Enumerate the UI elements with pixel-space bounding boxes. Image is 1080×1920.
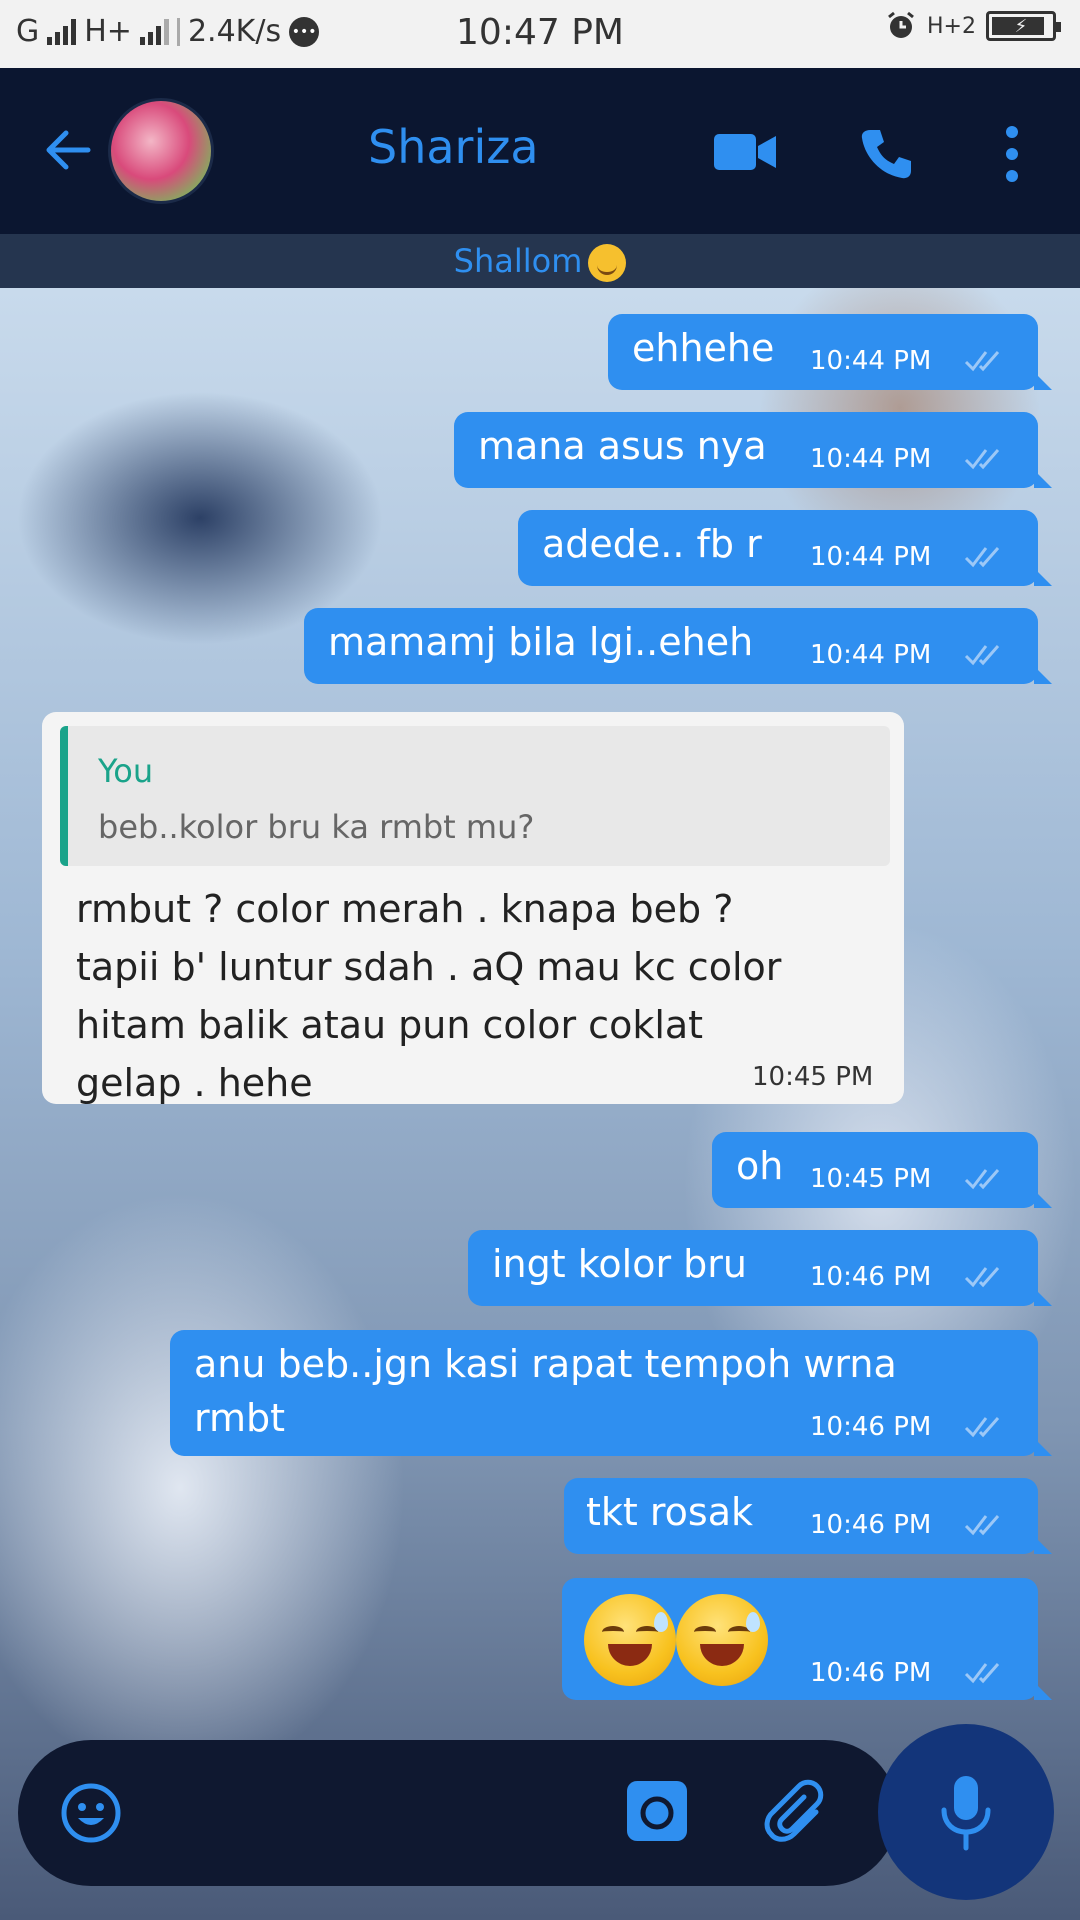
message-text: ehhehe [632, 326, 775, 370]
message-time: 10:46 PM [810, 1262, 932, 1292]
message-time: 10:45 PM [752, 1062, 874, 1092]
double-check-icon [964, 1515, 1000, 1536]
outgoing-message[interactable]: tkt rosak 10:46 PM [564, 1478, 1052, 1554]
microphone-button[interactable] [878, 1724, 1054, 1900]
double-check-icon [964, 547, 1000, 568]
status-bar-right: H+2 ⚡ [885, 10, 1061, 42]
double-check-icon [964, 351, 1000, 372]
smiling-face-icon [588, 244, 627, 282]
message-line: rmbut ? color merah . knapa beb ? [76, 887, 734, 931]
double-check-icon [964, 1169, 1000, 1190]
outgoing-message[interactable]: 10:46 PM [562, 1578, 1052, 1700]
message-line: hitam balik atau pun color coklat [76, 1003, 704, 1047]
message-input-bar[interactable] [18, 1740, 898, 1886]
outgoing-message[interactable]: mana asus nya 10:44 PM [454, 412, 1052, 488]
message-time: 10:44 PM [810, 346, 932, 376]
message-line: anu beb..jgn kasi rapat tempoh wrna [194, 1342, 897, 1386]
quote-author: You [98, 752, 154, 790]
smiling-face-with-sweat-icon [584, 1594, 676, 1686]
outgoing-message[interactable]: ehhehe 10:44 PM [608, 314, 1052, 390]
back-arrow-icon[interactable] [38, 120, 98, 180]
message-line: rmbt [194, 1396, 285, 1440]
double-check-icon [964, 1417, 1000, 1438]
network-type-3: H+2 [927, 13, 976, 39]
message-time: 10:46 PM [810, 1510, 932, 1540]
message-time: 10:44 PM [810, 542, 932, 572]
message-text: tkt rosak [586, 1490, 754, 1534]
contact-status: Shallom [0, 234, 1080, 288]
avatar[interactable] [108, 98, 214, 204]
double-check-icon [964, 1663, 1000, 1684]
more-options-icon[interactable] [1000, 126, 1024, 186]
message-time: 10:44 PM [810, 640, 932, 670]
quoted-reply[interactable]: You beb..kolor bru ka rmbt mu? [60, 726, 890, 866]
smiling-face-with-sweat-icon [676, 1594, 768, 1686]
outgoing-message[interactable]: adede.. fb r 10:44 PM [518, 510, 1052, 586]
message-text: ingt kolor bru [492, 1242, 747, 1286]
double-check-icon [964, 449, 1000, 470]
contact-name[interactable]: Shariza [368, 120, 539, 174]
message-line: tapii b' luntur sdah . aQ mau kc color [76, 945, 782, 989]
phone-call-icon[interactable] [856, 124, 916, 184]
contact-status-text: Shallom [453, 242, 583, 280]
incoming-message[interactable]: You beb..kolor bru ka rmbt mu? rmbut ? c… [42, 712, 904, 1105]
message-time: 10:44 PM [810, 444, 932, 474]
double-check-icon [964, 1267, 1000, 1288]
outgoing-message[interactable]: anu beb..jgn kasi rapat tempoh wrna rmbt… [170, 1330, 1052, 1456]
double-check-icon [964, 645, 1000, 666]
battery-icon: ⚡ [986, 11, 1061, 41]
message-time: 10:46 PM [810, 1658, 932, 1688]
message-time: 10:46 PM [810, 1412, 932, 1442]
emoji-icon[interactable] [60, 1782, 122, 1844]
quote-text: beb..kolor bru ka rmbt mu? [98, 808, 535, 846]
outgoing-message[interactable]: ingt kolor bru 10:46 PM [468, 1230, 1052, 1306]
message-text: mamamj bila lgi..eheh [328, 620, 754, 664]
alarm-icon [888, 11, 914, 38]
chat-header: Shariza [0, 68, 1080, 234]
microphone-icon [941, 1776, 991, 1851]
message-text: oh [736, 1144, 784, 1188]
message-text: adede.. fb r [542, 522, 762, 566]
camera-icon[interactable] [624, 1778, 690, 1844]
message-time: 10:45 PM [810, 1164, 932, 1194]
message-text: mana asus nya [478, 424, 767, 468]
paperclip-icon[interactable] [764, 1778, 834, 1848]
outgoing-message[interactable]: oh 10:45 PM [712, 1132, 1052, 1208]
status-bar: G H+ 2.4K/s ••• 10:47 PM H+2 ⚡ [0, 0, 1080, 68]
video-call-icon[interactable] [714, 132, 776, 172]
outgoing-message[interactable]: mamamj bila lgi..eheh 10:44 PM [304, 608, 1052, 684]
